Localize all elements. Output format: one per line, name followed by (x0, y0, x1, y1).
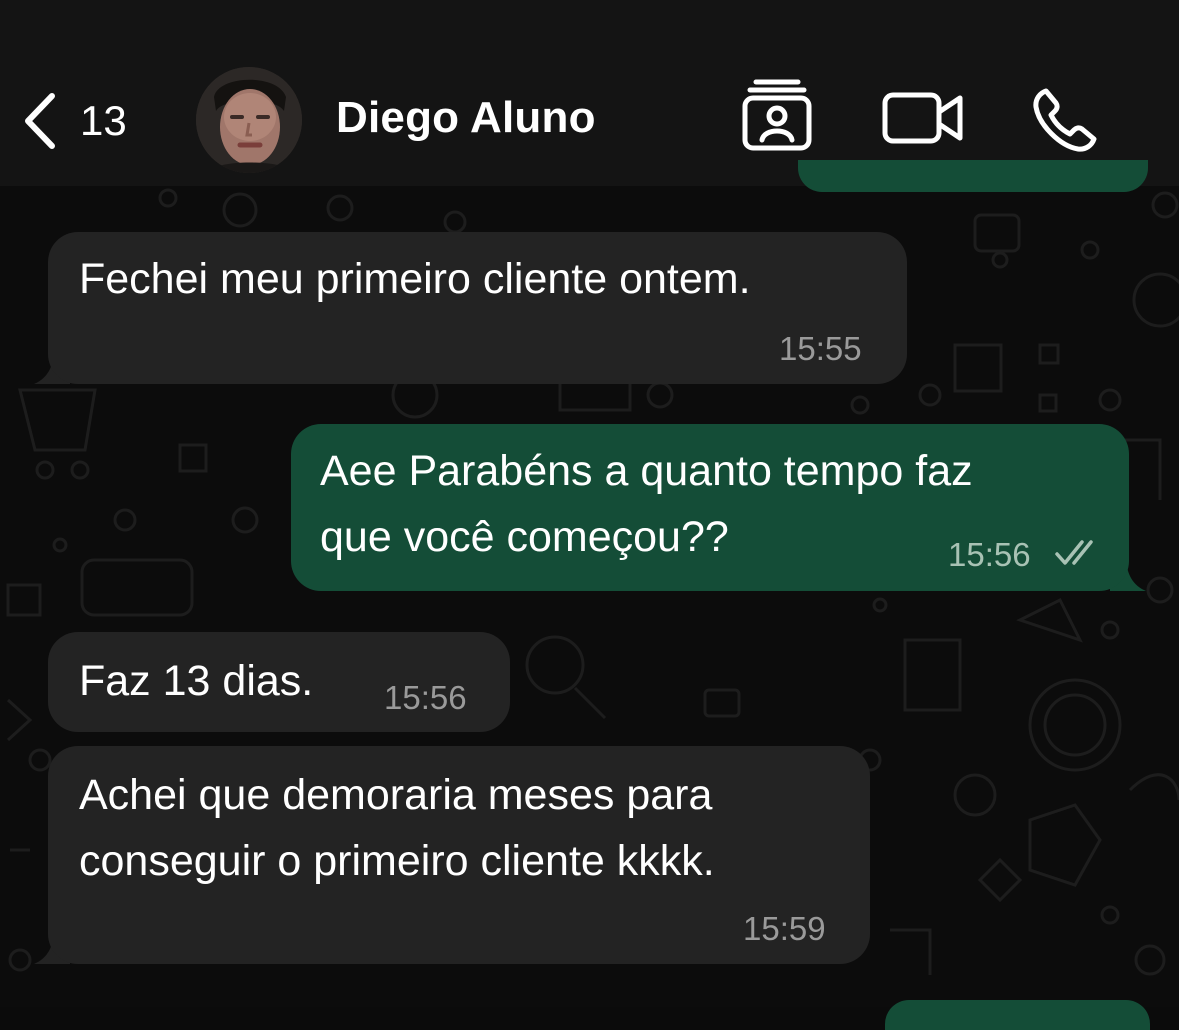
contact-card-icon (742, 79, 812, 151)
message-timestamp: 15:56 (384, 679, 467, 716)
avatar[interactable] (196, 67, 302, 173)
message-bubble-outgoing[interactable]: Aee Parabéns a quanto tempo faz que você… (291, 424, 1129, 591)
avatar-photo (196, 67, 302, 173)
chevron-left-icon (25, 93, 55, 149)
message-timestamp: 15:59 (743, 910, 826, 947)
message-text: Fechei meu primeiro cliente ontem. (79, 255, 751, 303)
message-timestamp: 15:56 (948, 536, 1031, 573)
video-camera-icon (882, 92, 963, 144)
unread-count: 13 (80, 97, 127, 144)
contact-name[interactable]: Diego Aluno (336, 93, 596, 143)
message-bubble-incoming[interactable]: Achei que demoraria meses para conseguir… (48, 746, 870, 964)
voice-call-button[interactable] (1032, 87, 1098, 158)
message-text: Achei que demoraria meses para conseguir… (79, 771, 715, 885)
previous-outgoing-bubble (798, 160, 1148, 192)
message-text: Faz 13 dias. (79, 657, 314, 705)
next-outgoing-bubble (885, 1000, 1150, 1030)
chat-header: 13 Diego Aluno (0, 0, 1179, 186)
video-call-button[interactable] (882, 92, 964, 149)
message-text: Aee Parabéns a quanto tempo faz que você… (320, 447, 973, 561)
contact-card-button[interactable] (742, 78, 812, 157)
message-timestamp: 15:55 (779, 330, 862, 367)
message-bubble-incoming[interactable]: Faz 13 dias. 15:56 (48, 632, 510, 732)
message-bubble-incoming[interactable]: Fechei meu primeiro cliente ontem. 15:55 (48, 232, 907, 384)
back-button[interactable]: 13 (22, 86, 127, 156)
double-check-icon (1055, 540, 1093, 565)
phone-icon (1033, 88, 1097, 152)
